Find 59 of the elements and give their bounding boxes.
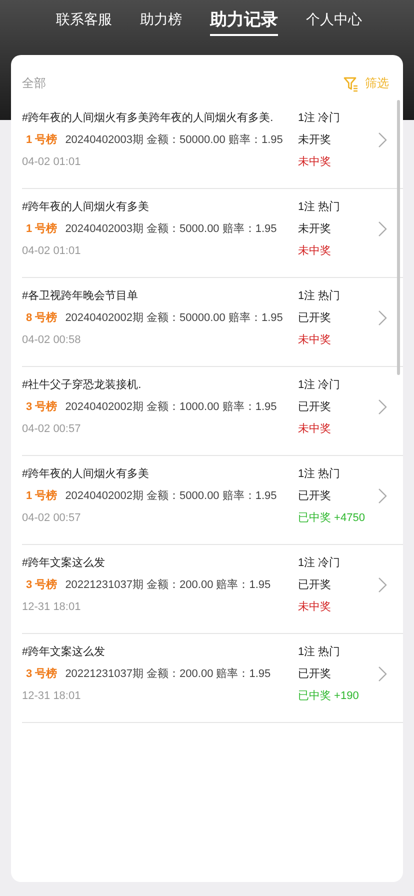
bet-detail: 1 号榜 20240402003期 金额：50000.00 赔率：1.95 bbox=[25, 132, 284, 148]
bet-tag: 1注 热门 bbox=[298, 466, 368, 482]
result-label: 未中奖 bbox=[298, 333, 331, 348]
bet-detail: 3 号榜 20221231037期 金额：200.00 赔率：1.95 bbox=[25, 666, 272, 682]
scope-label: 全部 bbox=[22, 75, 46, 92]
record-title: #跨年夜的人间烟火有多美 bbox=[22, 200, 150, 215]
record-time: 04-02 01:01 bbox=[22, 244, 82, 259]
record-time: 04-02 00:58 bbox=[22, 333, 82, 348]
bet-detail: 1 号榜 20240402003期 金额：5000.00 赔率：1.95 bbox=[25, 222, 278, 237]
result-label: 未中奖 bbox=[298, 600, 331, 615]
draw-status: 已开奖 bbox=[298, 400, 332, 415]
record-title: #跨年夜的人间烟火有多美 bbox=[22, 466, 150, 482]
nav-tab[interactable]: 个人中心 bbox=[306, 10, 362, 34]
bet-detail: 3 号榜 20221231037期 金额：200.00 赔率：1.95 bbox=[25, 578, 272, 593]
record-time: 12-31 18:01 bbox=[22, 600, 82, 615]
chevron-icon bbox=[378, 399, 387, 415]
record-title: #社牛父子穿恐龙装接机. bbox=[22, 378, 142, 393]
record-row[interactable]: #跨年夜的人间烟火有多美 1注 热门 1 号榜 20240402002期 金额：5000.00 赔率：1.95 已开奖 04-02 00:57 已中奖 +4750 bbox=[22, 456, 403, 545]
record-row[interactable]: #跨年文案这么发 1注 热门 3 号榜 20221231037期 金额：200.00 赔率：1.95 已开奖 12-31 18:01 已中奖 +190 bbox=[22, 634, 403, 723]
chevron-icon bbox=[378, 666, 387, 682]
bet-tag: 1注 冷门 bbox=[298, 110, 368, 126]
result-label: 已中奖 +190 bbox=[298, 689, 359, 704]
bet-detail: 1 号榜 20240402002期 金额：5000.00 赔率：1.95 bbox=[25, 488, 278, 504]
chevron-icon bbox=[378, 488, 387, 504]
draw-status: 已开奖 bbox=[298, 667, 332, 682]
bet-tag: 1注 热门 bbox=[298, 644, 368, 660]
bet-tag: 1注 热门 bbox=[298, 199, 368, 215]
record-row[interactable]: #社牛父子穿恐龙装接机. 1注 冷门 3 号榜 20240402002期 金额：1000.00 赔率：1.95 已开奖 04-02 00:57 未中奖 bbox=[22, 367, 403, 456]
record-title: #各卫视跨年晚会节目单 bbox=[22, 289, 140, 304]
chevron-icon bbox=[378, 132, 387, 148]
nav-tab[interactable]: 助力记录 bbox=[210, 8, 278, 36]
chevron-icon bbox=[378, 310, 387, 326]
result-label: 未中奖 bbox=[298, 422, 331, 437]
bet-detail: 8 号榜 20240402002期 金额：50000.00 赔率：1.95 bbox=[25, 310, 284, 326]
draw-status: 未开奖 bbox=[298, 133, 332, 148]
result-label: 未中奖 bbox=[298, 155, 331, 170]
bet-tag: 1注 冷门 bbox=[298, 377, 368, 393]
result-label: 已中奖 +4750 bbox=[298, 511, 365, 526]
record-time: 12-31 18:01 bbox=[22, 689, 82, 704]
record-time: 04-02 01:01 bbox=[22, 155, 82, 170]
chevron-icon bbox=[378, 577, 387, 593]
nav-tab[interactable]: 联系客服 bbox=[56, 10, 112, 34]
bet-tag: 1注 热门 bbox=[298, 288, 368, 304]
chevron-icon bbox=[378, 221, 387, 237]
draw-status: 未开奖 bbox=[298, 222, 332, 237]
result-label: 未中奖 bbox=[298, 244, 331, 259]
nav-tab[interactable]: 助力榜 bbox=[140, 10, 182, 34]
bet-detail: 3 号榜 20240402002期 金额：1000.00 赔率：1.95 bbox=[25, 400, 278, 415]
record-time: 04-02 00:57 bbox=[22, 422, 82, 437]
record-time: 04-02 00:57 bbox=[22, 511, 82, 526]
draw-status: 已开奖 bbox=[298, 489, 332, 504]
draw-status: 已开奖 bbox=[298, 311, 332, 326]
draw-status: 已开奖 bbox=[298, 578, 332, 593]
filter-icon bbox=[343, 76, 359, 92]
record-title: #跨年文案这么发 bbox=[22, 644, 106, 660]
record-title: #跨年夜的人间烟火有多美跨年夜的人间烟火有多美. bbox=[22, 110, 274, 126]
bet-tag: 1注 冷门 bbox=[298, 555, 368, 571]
record-row[interactable]: #跨年文案这么发 1注 冷门 3 号榜 20221231037期 金额：200.00 赔率：1.95 已开奖 12-31 18:01 未中奖 bbox=[22, 545, 403, 634]
record-title: #跨年文案这么发 bbox=[22, 556, 106, 571]
